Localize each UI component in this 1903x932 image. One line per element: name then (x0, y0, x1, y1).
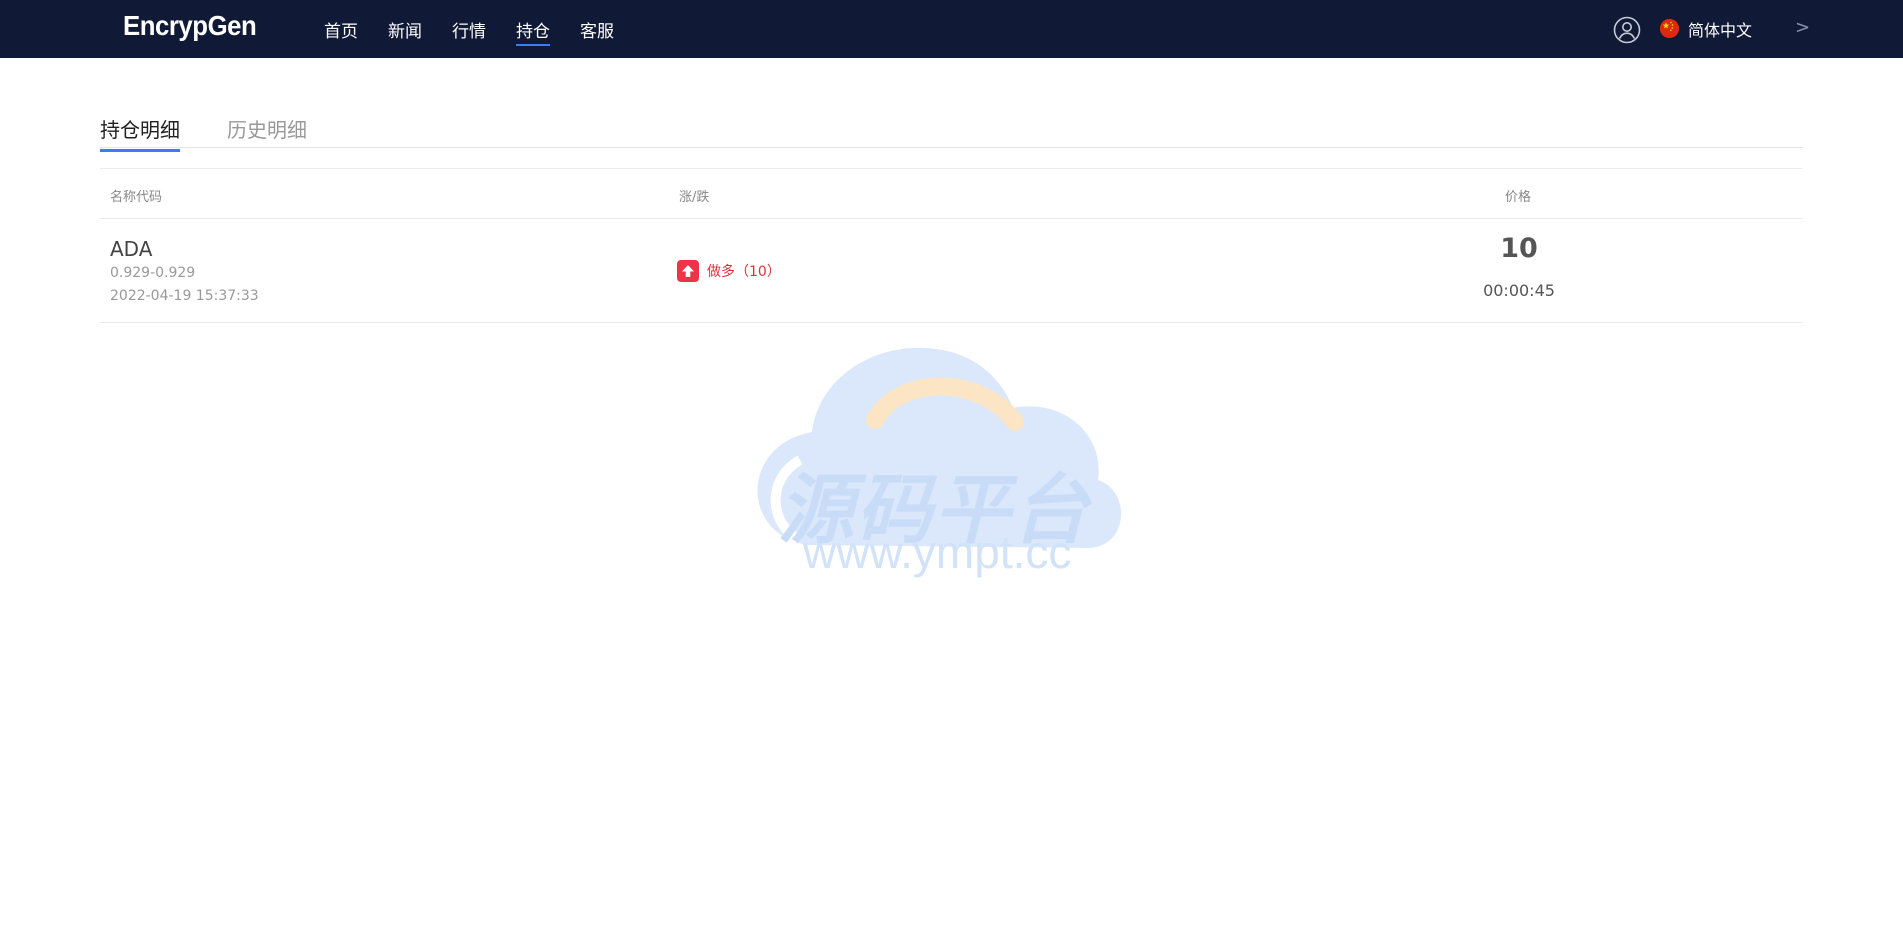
direction-indicator: 做多（10） (677, 260, 781, 282)
nav-item-home[interactable]: 首页 (324, 0, 358, 58)
chevron-right-icon[interactable]: > (1795, 17, 1810, 38)
countdown-timer: 00:00:45 (1483, 281, 1555, 300)
column-header-change: 涨/跌 (679, 190, 710, 205)
symbol-code: ADA (110, 237, 153, 261)
open-time: 2022-04-19 15:37:33 (110, 288, 259, 304)
china-flag-icon (1660, 19, 1679, 38)
position-tabs: 持仓明细 历史明细 (100, 108, 1803, 152)
direction-label: 做多（10） (707, 264, 781, 280)
nav-item-news[interactable]: 新闻 (388, 0, 422, 58)
user-account-icon[interactable] (1613, 16, 1641, 44)
main-nav: 首页 新闻 行情 持仓 客服 (324, 0, 644, 58)
nav-item-market[interactable]: 行情 (452, 0, 486, 58)
arrow-up-icon (677, 260, 699, 282)
tab-history-details[interactable]: 历史明细 (227, 114, 307, 151)
table-row[interactable]: ADA 0.929-0.929 2022-04-19 15:37:33 做多（1… (100, 219, 1803, 323)
tab-position-details[interactable]: 持仓明细 (100, 114, 180, 152)
table-header: 名称代码 涨/跌 价格 (100, 169, 1803, 219)
positions-table: 名称代码 涨/跌 价格 ADA 0.929-0.929 2022-04-19 1… (100, 168, 1803, 323)
price-value: 10 (1500, 233, 1538, 264)
language-selector[interactable]: 简体中文 (1688, 17, 1752, 41)
nav-item-positions[interactable]: 持仓 (516, 0, 550, 58)
column-header-name: 名称代码 (110, 190, 163, 205)
price-range: 0.929-0.929 (110, 265, 196, 281)
top-navigation-bar: EncrypGen 首页 新闻 行情 持仓 客服 简体中文 > (0, 0, 1903, 58)
column-header-price: 价格 (1505, 190, 1532, 205)
brand-logo[interactable]: EncrypGen (123, 10, 257, 42)
nav-item-support[interactable]: 客服 (580, 0, 614, 58)
watermark-url: www.ympt.cc (803, 526, 1072, 578)
